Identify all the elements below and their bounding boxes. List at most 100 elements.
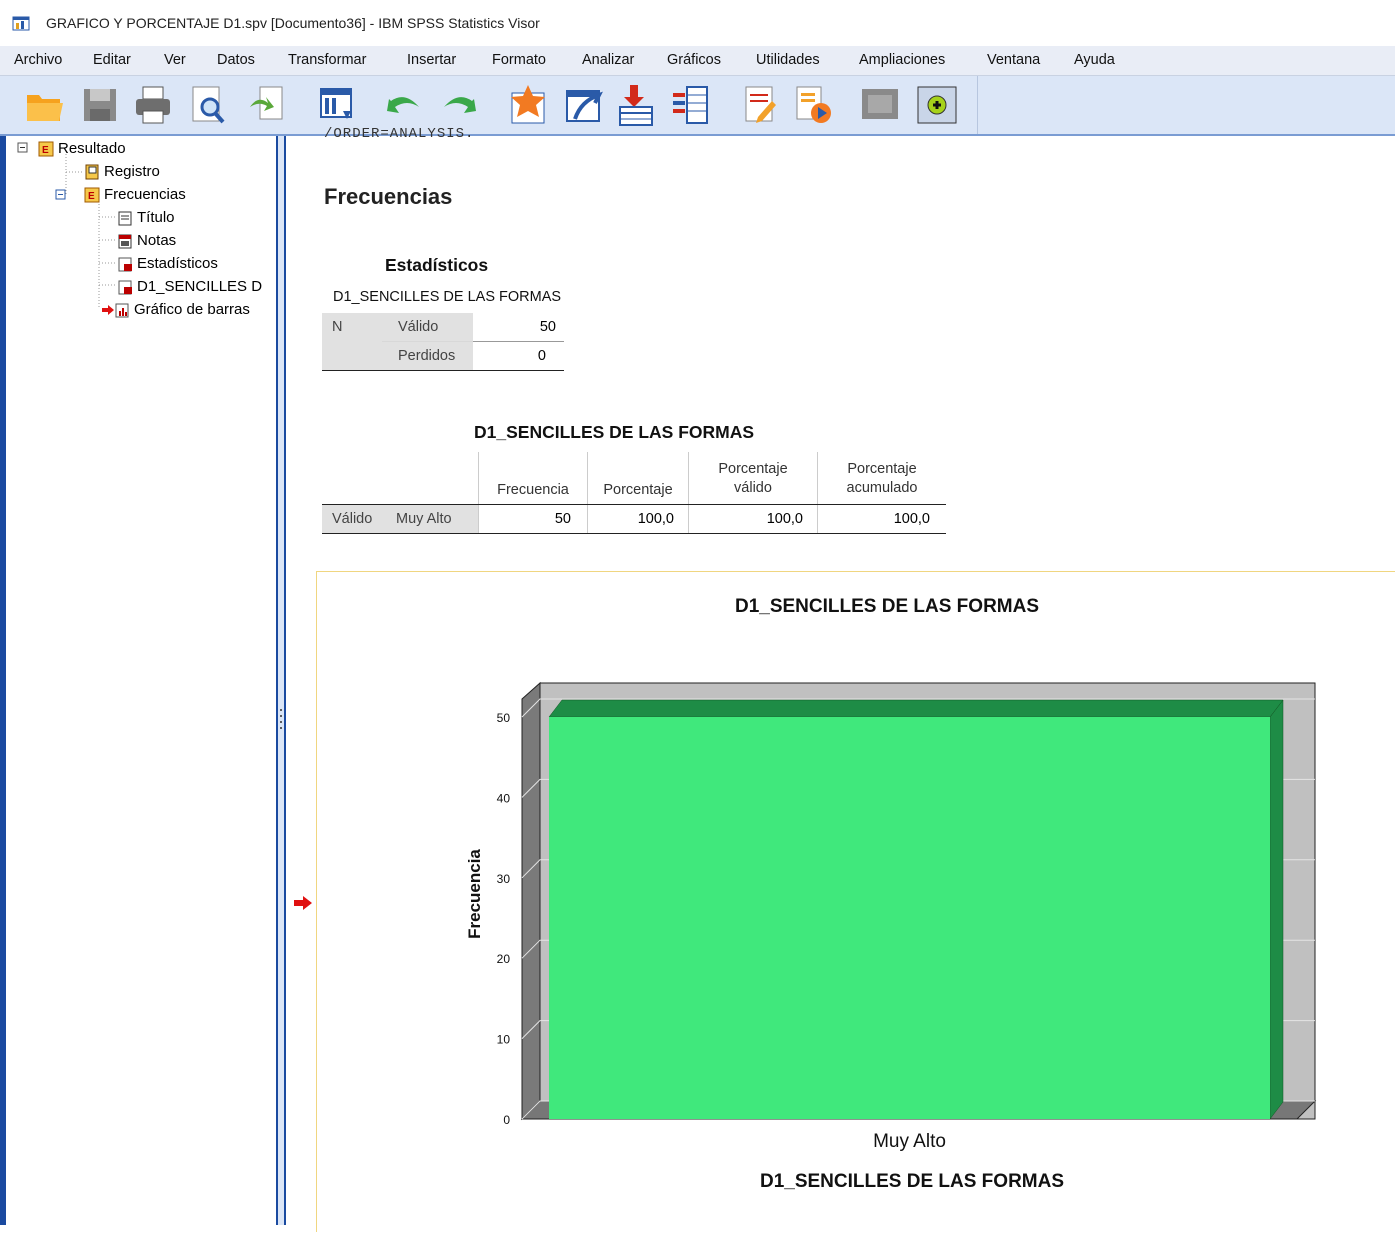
row-labels: Válido Muy Alto <box>322 504 479 534</box>
statistics-variable-label: D1_SENCILLES DE LAS FORMAS <box>333 289 562 305</box>
x-tick-label: Muy Alto <box>873 1131 946 1152</box>
print-icon[interactable] <box>133 83 173 127</box>
cell-porcentaje-valido: 100,0 <box>688 504 818 534</box>
y-tick-label: 10 <box>497 1033 511 1047</box>
table-icon <box>118 257 132 272</box>
svg-text:E: E <box>42 145 49 156</box>
redo-icon[interactable] <box>440 83 480 127</box>
menu-archivo[interactable]: Archivo <box>14 52 62 68</box>
tree-item-resultado[interactable]: E Resultado <box>38 139 126 159</box>
tree-label: Título <box>137 209 175 226</box>
title-bar: GRAFICO Y PORCENTAJE D1.spv [Documento36… <box>0 0 1395 47</box>
tree-item-estadisticos[interactable]: Estadísticos <box>117 254 218 274</box>
tree-label: Gráfico de barras <box>134 301 250 318</box>
pane-splitter[interactable] <box>276 136 286 1225</box>
tree-item-frecuencias[interactable]: E Frecuencias <box>84 185 186 205</box>
print-preview-icon[interactable] <box>188 83 228 127</box>
spss-viewer-icon <box>12 16 30 31</box>
n-label: N <box>322 313 382 342</box>
tree-label: Registro <box>104 163 160 180</box>
undo-icon[interactable] <box>383 83 423 127</box>
header-porcentaje-acumulado: Porcentaje acumulado <box>817 452 946 505</box>
edit-output-icon[interactable] <box>740 83 780 127</box>
bar-top <box>548 699 1284 718</box>
save-icon[interactable] <box>80 83 120 127</box>
chart-side-wall <box>521 681 541 1121</box>
output-content: /ORDER=ANALYSIS. Frecuencias Estadístico… <box>286 126 1395 1232</box>
tree-label: D1_SENCILLES D <box>137 278 263 295</box>
tree-label: Frecuencias <box>104 186 186 203</box>
menu-datos[interactable]: Datos <box>217 52 255 68</box>
outline-pane: E Resultado Registro E Frecuencias Título … <box>0 136 276 1225</box>
export-icon[interactable] <box>246 83 286 127</box>
menu-formato[interactable]: Formato <box>492 52 546 68</box>
statistics-table[interactable]: N Válido 50 Perdidos 0 <box>322 313 564 371</box>
header-frecuencia: Frecuencia <box>478 452 588 505</box>
bar-chart-icon <box>115 303 129 318</box>
table-row: Perdidos 0 <box>322 341 564 371</box>
bar-chart-container[interactable]: 0 10 20 30 40 50 Muy Alto D1_SENCILLES DE LAS F… <box>316 571 1395 1232</box>
header-text: Porcentaje <box>603 481 673 498</box>
svg-text:E: E <box>88 191 95 202</box>
run-script-icon[interactable] <box>793 83 833 127</box>
table-header-row: Frecuencia Porcentaje Porcentaje válido P… <box>322 452 946 505</box>
row-label-valido: Válido <box>332 510 373 527</box>
selected-item-arrow-icon <box>294 896 312 910</box>
y-axis-label: Frecuencia <box>465 849 484 939</box>
menu-graficos[interactable]: Gráficos <box>667 52 721 68</box>
toolbar <box>0 76 1395 136</box>
tree-item-d1-sencilles[interactable]: D1_SENCILLES D <box>117 277 262 297</box>
notes-icon <box>118 234 132 249</box>
designate-window-icon[interactable] <box>860 83 900 127</box>
output-book-icon: E <box>84 187 100 203</box>
cell-frecuencia: 50 <box>478 504 588 534</box>
goto-variable-icon[interactable] <box>563 83 603 127</box>
goto-case-icon[interactable] <box>508 83 548 127</box>
valid-label: Válido <box>382 313 473 342</box>
table-row: Válido Muy Alto 50 100,0 100,0 100,0 <box>322 504 946 534</box>
valid-value: 50 <box>473 313 564 342</box>
menu-ver[interactable]: Ver <box>164 52 186 68</box>
missing-label: Perdidos <box>382 341 473 371</box>
cell-porcentaje: 100,0 <box>587 504 689 534</box>
menu-ventana[interactable]: Ventana <box>987 52 1040 68</box>
missing-value: 0 <box>473 341 564 371</box>
y-tick-label: 0 <box>503 1113 510 1127</box>
add-item-icon[interactable] <box>917 83 957 127</box>
y-tick-label: 20 <box>497 952 511 966</box>
menu-utilidades[interactable]: Utilidades <box>756 52 820 68</box>
menu-insertar[interactable]: Insertar <box>407 52 456 68</box>
syntax-line: /ORDER=ANALYSIS. <box>324 126 475 142</box>
insert-cases-icon[interactable] <box>616 83 656 127</box>
tree-label: Resultado <box>58 140 126 157</box>
header-text: Porcentaje <box>718 460 788 477</box>
open-icon[interactable] <box>24 83 64 127</box>
y-tick-label: 40 <box>497 791 511 805</box>
menu-editar[interactable]: Editar <box>93 52 131 68</box>
variables-icon[interactable] <box>671 83 711 127</box>
menu-ayuda[interactable]: Ayuda <box>1074 52 1115 68</box>
header-blank <box>322 452 479 505</box>
log-book-icon <box>85 164 99 180</box>
statistics-table-title: Estadísticos <box>385 255 489 275</box>
frequency-table[interactable]: Frecuencia Porcentaje Porcentaje válido P… <box>322 452 946 534</box>
bar <box>549 717 1270 1119</box>
title-page-icon <box>118 211 132 226</box>
row-label-muy-alto: Muy Alto <box>396 510 452 527</box>
bar-chart: 0 10 20 30 40 50 Muy Alto D1_SENCILLES DE LAS F… <box>465 596 1317 1192</box>
table-row: N Válido 50 <box>322 313 564 342</box>
tree-item-notas[interactable]: Notas <box>117 231 176 251</box>
y-tick-label: 50 <box>497 711 511 725</box>
bar-side <box>1269 699 1284 1120</box>
menu-transformar[interactable]: Transformar <box>288 52 366 68</box>
procedure-heading: Frecuencias <box>324 184 453 209</box>
header-text: Frecuencia <box>497 481 569 498</box>
menu-ampliaciones[interactable]: Ampliaciones <box>859 52 945 68</box>
tree-item-registro[interactable]: Registro <box>84 162 160 182</box>
header-porcentaje-valido: Porcentaje válido <box>688 452 818 505</box>
goto-data-icon[interactable] <box>317 83 357 127</box>
tree-item-grafico-barras[interactable]: Gráfico de barras <box>102 300 250 320</box>
tree-item-titulo[interactable]: Título <box>117 208 175 228</box>
y-tick-label: 30 <box>497 872 511 886</box>
menu-analizar[interactable]: Analizar <box>582 52 634 68</box>
